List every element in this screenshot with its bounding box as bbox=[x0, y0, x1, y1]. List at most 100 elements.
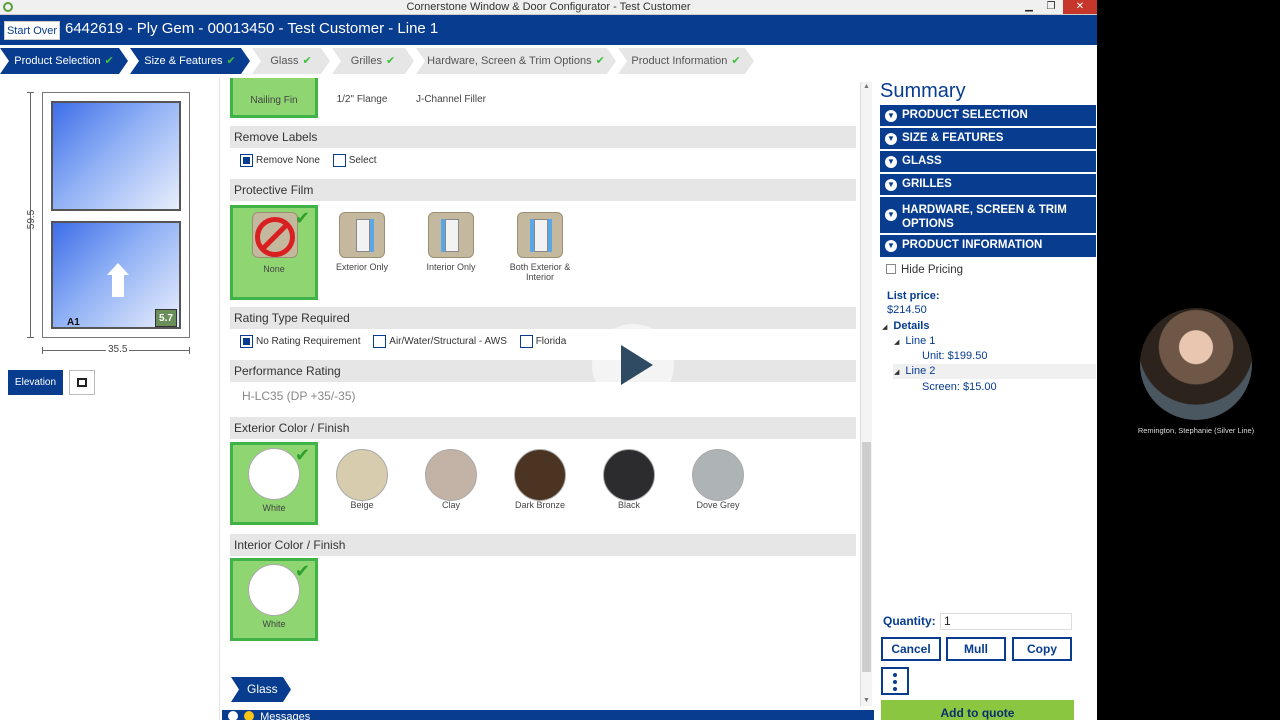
cancel-button[interactable]: Cancel bbox=[881, 637, 941, 661]
step-glass[interactable]: Glass ✔ bbox=[252, 48, 330, 74]
tile-interior-white[interactable]: ✔ White bbox=[230, 558, 318, 641]
tile-label: Beige bbox=[350, 500, 374, 510]
tile-exterior-black[interactable]: Black bbox=[585, 445, 673, 525]
tile-label: Interior Only bbox=[426, 262, 476, 272]
florida-checkbox[interactable] bbox=[519, 335, 533, 348]
check-icon: ✔ bbox=[385, 55, 396, 67]
summary-glass[interactable]: ▼ GLASS bbox=[880, 151, 1096, 172]
window-preview-panel: 59.5 A1 5.7 35.5 Elevation bbox=[0, 78, 220, 720]
step-navigation: Product Selection ✔ Size & Features ✔ Glas… bbox=[0, 48, 1097, 74]
step-hardware-screen-trim[interactable]: Hardware, Screen & Trim Options ✔ bbox=[416, 48, 616, 74]
tile-half-inch-flange[interactable]: 1/2" Flange bbox=[318, 78, 406, 118]
checkbox-label: Select bbox=[348, 155, 377, 166]
quantity-input[interactable]: 1 bbox=[940, 613, 1072, 630]
step-grilles[interactable]: Grilles ✔ bbox=[332, 48, 414, 74]
check-icon: ✔ bbox=[302, 55, 312, 67]
more-options-button[interactable] bbox=[881, 667, 909, 695]
step-size-features[interactable]: Size & Features ✔ bbox=[130, 48, 250, 74]
tile-film-exterior-only[interactable]: Exterior Only bbox=[318, 208, 406, 300]
copy-button[interactable]: Copy bbox=[1012, 637, 1072, 661]
close-icon[interactable]: ✕ bbox=[1063, 0, 1097, 14]
summary-title: Summary bbox=[880, 80, 966, 102]
scroll-thumb[interactable] bbox=[862, 442, 871, 672]
checkbox-box bbox=[886, 264, 896, 274]
summary-product-information[interactable]: ▼ PRODUCT INFORMATION bbox=[880, 235, 1096, 257]
section-interior-color: Interior Color / Finish bbox=[230, 534, 856, 556]
elevation-button[interactable]: Elevation bbox=[8, 370, 63, 395]
tile-label: Nailing Fin bbox=[250, 95, 298, 106]
restore-icon[interactable]: ❐ bbox=[1040, 0, 1062, 14]
swatch-white bbox=[248, 564, 300, 616]
upper-sash bbox=[51, 101, 181, 211]
step-product-information[interactable]: Product Information ✔ bbox=[618, 48, 754, 74]
tree-details[interactable]: ◢ Details bbox=[882, 320, 929, 332]
tile-exterior-white[interactable]: ✔ White bbox=[230, 442, 318, 525]
tree-line-2-screen: Screen: $15.00 bbox=[922, 381, 997, 393]
tree-line-1[interactable]: ◢ Line 1 bbox=[894, 335, 935, 347]
window-drawing[interactable]: A1 5.7 bbox=[42, 92, 190, 338]
tree-label: Details bbox=[893, 320, 930, 332]
checkbox-label: No Rating Requirement bbox=[256, 336, 361, 347]
aws-checkbox[interactable] bbox=[373, 335, 387, 348]
height-dimension: 59.5 bbox=[26, 209, 38, 230]
film-interior-image bbox=[428, 212, 474, 258]
rating-type-options: No Rating Requirement Air/Water/Structur… bbox=[238, 335, 574, 348]
arrow-up-icon bbox=[107, 263, 129, 275]
messages-bar[interactable]: Messages bbox=[222, 710, 874, 720]
remove-none-checkbox[interactable] bbox=[240, 154, 253, 167]
tile-nailing-fin[interactable]: Nailing Fin bbox=[230, 78, 318, 118]
step-label: Grilles bbox=[350, 55, 382, 67]
options-scrollbar[interactable]: ▲ ▼ bbox=[860, 82, 872, 706]
no-icon bbox=[255, 217, 295, 257]
section-protective-film: Protective Film bbox=[230, 179, 856, 201]
summary-hardware[interactable]: ▼ HARDWARE, SCREEN & TRIM OPTIONS bbox=[880, 197, 1096, 233]
fullscreen-button[interactable] bbox=[69, 370, 95, 395]
start-over-button[interactable]: Start Over bbox=[4, 21, 60, 40]
tile-exterior-beige[interactable]: Beige bbox=[318, 445, 406, 525]
add-to-quote-button[interactable]: Add to quote bbox=[881, 700, 1074, 720]
checkbox-label: Air/Water/Structural - AWS bbox=[389, 336, 507, 347]
tile-exterior-dark-bronze[interactable]: Dark Bronze bbox=[496, 445, 584, 525]
configurator-app: Cornerstone Window & Door Configurator -… bbox=[0, 0, 1097, 720]
step-label: Size & Features bbox=[144, 55, 223, 67]
check-icon: ✔ bbox=[104, 55, 114, 67]
section-rating-type: Rating Type Required bbox=[230, 307, 856, 329]
scroll-down-icon[interactable]: ▼ bbox=[862, 696, 871, 706]
tree-line-2[interactable]: ◢ Line 2 bbox=[894, 365, 935, 377]
summary-size-features[interactable]: ▼ SIZE & FEATURES bbox=[880, 128, 1096, 149]
step-label: Hardware, Screen & Trim Options bbox=[427, 55, 592, 67]
list-price: $214.50 bbox=[887, 304, 927, 316]
step-label: Glass bbox=[270, 55, 299, 67]
tile-exterior-clay[interactable]: Clay bbox=[407, 445, 495, 525]
scroll-up-icon[interactable]: ▲ bbox=[862, 82, 871, 92]
tile-j-channel-filler[interactable]: J-Channel Filler bbox=[406, 78, 496, 118]
expand-icon: ◢ bbox=[882, 324, 888, 331]
hide-pricing-label: Hide Pricing bbox=[901, 264, 963, 276]
tree-label: Line 1 bbox=[905, 335, 936, 347]
step-product-selection[interactable]: Product Selection ✔ bbox=[0, 48, 128, 74]
play-button[interactable] bbox=[592, 324, 674, 406]
next-glass-button[interactable]: Glass bbox=[231, 677, 291, 702]
check-icon: ✔ bbox=[595, 55, 605, 67]
film-both-image bbox=[517, 212, 563, 258]
lower-sash[interactable]: A1 5.7 bbox=[51, 221, 181, 329]
minimize-icon[interactable]: ▁ bbox=[1018, 0, 1040, 14]
tile-film-interior-only[interactable]: Interior Only bbox=[407, 208, 495, 300]
mull-button[interactable]: Mull bbox=[946, 637, 1006, 661]
chevron-down-icon: ▼ bbox=[885, 156, 897, 168]
accordion-label: PRODUCT INFORMATION bbox=[902, 239, 1043, 251]
check-icon: ✔ bbox=[294, 445, 310, 465]
check-icon: ✔ bbox=[226, 55, 236, 67]
width-dimension: 35.5 bbox=[106, 344, 130, 355]
tile-film-none[interactable]: ✔ None bbox=[230, 205, 318, 300]
tile-label: J-Channel Filler bbox=[415, 94, 487, 105]
tile-label: 1/2" Flange bbox=[336, 94, 388, 105]
summary-grilles[interactable]: ▼ GRILLES bbox=[880, 174, 1096, 195]
tile-film-both[interactable]: Both Exterior & Interior bbox=[496, 208, 584, 300]
no-rating-checkbox[interactable] bbox=[240, 335, 253, 348]
tile-exterior-dove-grey[interactable]: Dove Grey bbox=[674, 445, 762, 525]
select-checkbox[interactable] bbox=[332, 154, 346, 167]
chevron-down-icon: ▼ bbox=[885, 133, 897, 145]
hide-pricing-checkbox[interactable]: Hide Pricing bbox=[886, 264, 963, 276]
summary-product-selection[interactable]: ▼ PRODUCT SELECTION bbox=[880, 105, 1096, 126]
